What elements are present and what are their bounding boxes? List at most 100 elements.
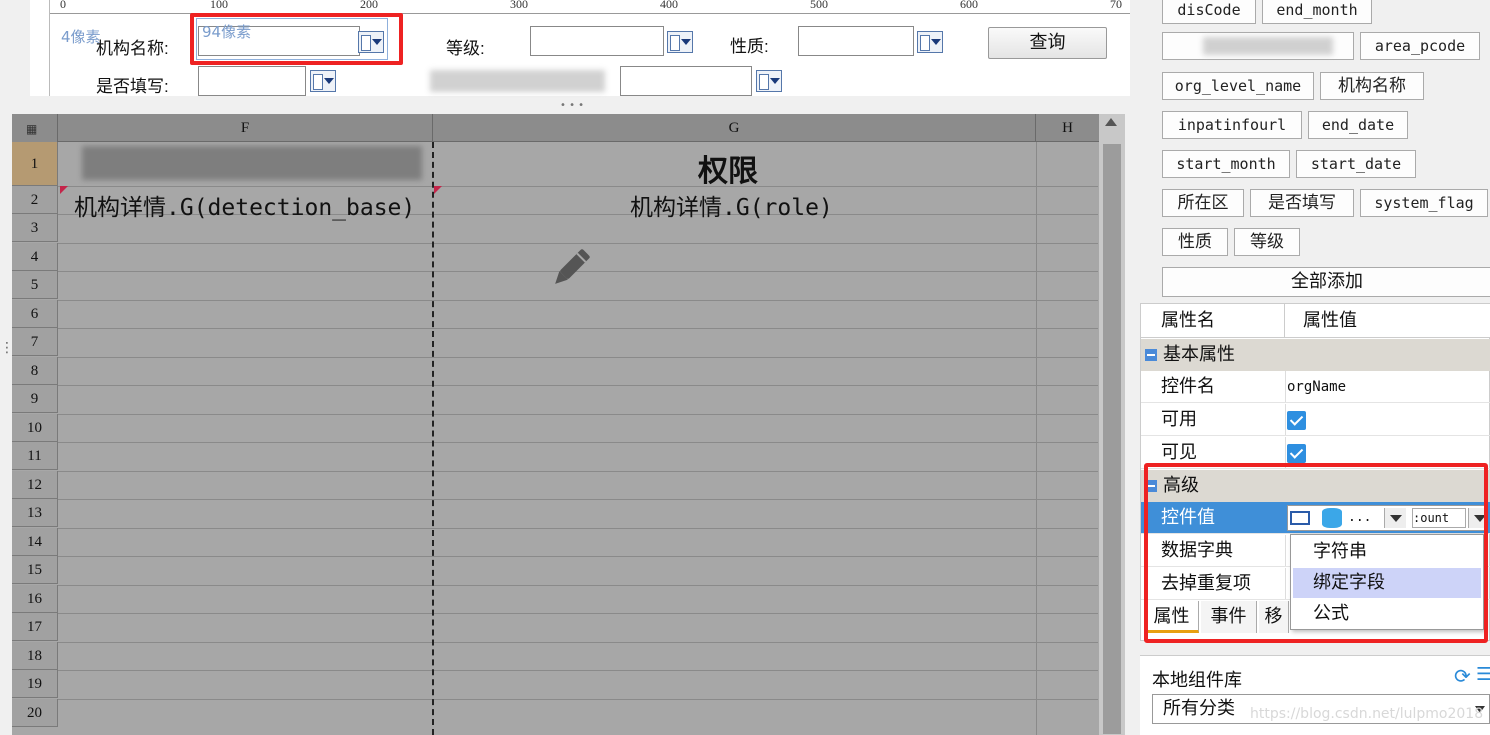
row-header[interactable]: 3 — [12, 214, 58, 242]
nature-dropdown-icon[interactable] — [917, 31, 943, 53]
field-button-org-level-name[interactable]: org_level_name — [1162, 72, 1314, 100]
field-button-discode[interactable]: disCode — [1162, 0, 1256, 24]
field-button-is-filled[interactable]: 是否填写 — [1250, 189, 1354, 217]
row-header[interactable]: 10 — [12, 414, 58, 442]
row-line — [58, 528, 1098, 529]
cell-g2[interactable]: 机构详情.G(role) — [630, 188, 833, 222]
add-all-button[interactable]: 全部添加 — [1162, 267, 1490, 297]
scrollbar-thumb[interactable] — [1103, 144, 1121, 734]
nature-label: 性质: — [730, 37, 769, 56]
org-name-label: 机构名称: — [96, 39, 169, 58]
field-button-nature[interactable]: 性质 — [1162, 228, 1228, 256]
menu-icon[interactable]: ☰ — [1476, 664, 1490, 685]
row-header[interactable]: 9 — [12, 385, 58, 413]
prop-name-header: 属性名 — [1141, 304, 1285, 338]
column-header-f[interactable]: F — [58, 114, 433, 142]
row-header[interactable]: 4 — [12, 243, 58, 271]
watermark: https://blog.csdn.net/lulpmo2018 — [1250, 706, 1484, 722]
row-header[interactable]: 12 — [12, 471, 58, 499]
cell-g1[interactable]: 权限 — [698, 146, 758, 190]
ruler-label: 200 — [360, 0, 378, 11]
report-designer: 0 100 200 300 400 500 600 70 机构名称: 等级: 性… — [0, 0, 1130, 735]
column-header-g[interactable]: G — [433, 114, 1036, 142]
row-header[interactable]: 1 — [12, 142, 58, 186]
row-header[interactable]: 7 — [12, 328, 58, 356]
cell-f2[interactable]: 机构详情.G(detection_base) — [74, 188, 415, 222]
prop-row-control-name[interactable]: 控件名 orgName — [1141, 371, 1490, 403]
field-button-end-month[interactable]: end_month — [1262, 0, 1372, 24]
row-line — [58, 385, 1098, 386]
field-button-level[interactable]: 等级 — [1234, 228, 1300, 256]
component-library: 本地组件库 ⟳ ☰ 所有分类 — [1140, 655, 1490, 735]
ruler-label: 100 — [210, 0, 228, 11]
field-button-start-month[interactable]: start_month — [1162, 150, 1290, 178]
row-header[interactable]: 14 — [12, 528, 58, 556]
field-button-org-name[interactable]: 机构名称 — [1320, 72, 1424, 100]
row-header[interactable]: 16 — [12, 585, 58, 613]
query-button[interactable]: 查询 — [988, 27, 1107, 59]
field-button-area-pcode[interactable]: area_pcode — [1360, 32, 1480, 60]
row-line — [58, 613, 1098, 614]
row-header[interactable]: 11 — [12, 442, 58, 470]
blurred-field-input[interactable] — [620, 66, 752, 96]
row-line — [58, 670, 1098, 671]
row-line — [58, 499, 1098, 500]
designer-window: 0 100 200 300 400 500 600 70 机构名称: 等级: 性… — [0, 0, 1490, 735]
row-header[interactable]: 13 — [12, 499, 58, 527]
refresh-icon[interactable]: ⟳ — [1454, 664, 1471, 688]
row-line — [58, 186, 1098, 187]
row-header[interactable]: 20 — [12, 699, 58, 727]
level-input[interactable] — [530, 26, 664, 56]
level-dropdown-icon[interactable] — [667, 31, 693, 53]
row-line — [58, 556, 1098, 557]
ruler-label: 500 — [810, 0, 828, 11]
prop-row-enabled[interactable]: 可用 — [1141, 404, 1490, 436]
row-line — [58, 357, 1098, 358]
row-header[interactable]: 8 — [12, 357, 58, 385]
field-button-end-date[interactable]: end_date — [1308, 111, 1408, 139]
library-title: 本地组件库 — [1152, 670, 1242, 691]
row-header[interactable]: 15 — [12, 556, 58, 584]
field-button-start-date[interactable]: start_date — [1296, 150, 1416, 178]
row-line — [58, 699, 1098, 700]
level-label: 等级: — [446, 39, 485, 58]
row-header[interactable]: 2 — [12, 186, 58, 214]
collapse-icon[interactable] — [1145, 349, 1157, 361]
column-divider — [432, 142, 434, 735]
ruler-label: 70 — [1110, 0, 1122, 11]
side-resize-handle[interactable]: ⋮ — [0, 340, 14, 370]
select-all-corner[interactable]: ▦ — [12, 114, 58, 142]
column-header-h[interactable]: H — [1036, 114, 1099, 142]
highlight-box — [190, 13, 403, 65]
vertical-ruler — [30, 0, 50, 96]
category-basic[interactable]: 基本属性 — [1141, 339, 1490, 371]
field-button-system-flag[interactable]: system_flag — [1360, 189, 1488, 217]
filled-dropdown-icon[interactable] — [310, 70, 336, 92]
grid-icon: ▦ — [26, 122, 38, 136]
visible-checkbox[interactable] — [1287, 444, 1306, 463]
ruler-label: 300 — [510, 0, 528, 11]
row-header[interactable]: 6 — [12, 300, 58, 328]
vertical-scrollbar[interactable] — [1099, 114, 1125, 735]
row-header[interactable]: 17 — [12, 613, 58, 641]
column-header-bar: F G H — [12, 114, 1125, 142]
prop-label: 可用 — [1161, 409, 1197, 430]
field-button-inpatinfourl[interactable]: inpatinfourl — [1162, 111, 1302, 139]
field-button-blurred[interactable] — [1162, 32, 1354, 60]
enabled-checkbox[interactable] — [1287, 411, 1306, 430]
row-line — [58, 414, 1098, 415]
splitter-handle[interactable]: • • • — [560, 100, 584, 111]
control-name-value[interactable]: orgName — [1287, 371, 1346, 403]
field-button-district[interactable]: 所在区 — [1162, 189, 1244, 217]
filled-input[interactable] — [198, 66, 306, 96]
row-header[interactable]: 5 — [12, 271, 58, 299]
scroll-up-icon[interactable] — [1105, 118, 1117, 126]
blurred-cell-f1 — [82, 146, 422, 180]
nature-input[interactable] — [798, 26, 914, 56]
pencil-icon[interactable] — [545, 244, 595, 294]
blurred-field-dropdown-icon[interactable] — [756, 70, 782, 92]
highlight-box — [1144, 463, 1488, 643]
ruler-label: 600 — [960, 0, 978, 11]
row-header[interactable]: 18 — [12, 642, 58, 670]
row-header[interactable]: 19 — [12, 670, 58, 698]
